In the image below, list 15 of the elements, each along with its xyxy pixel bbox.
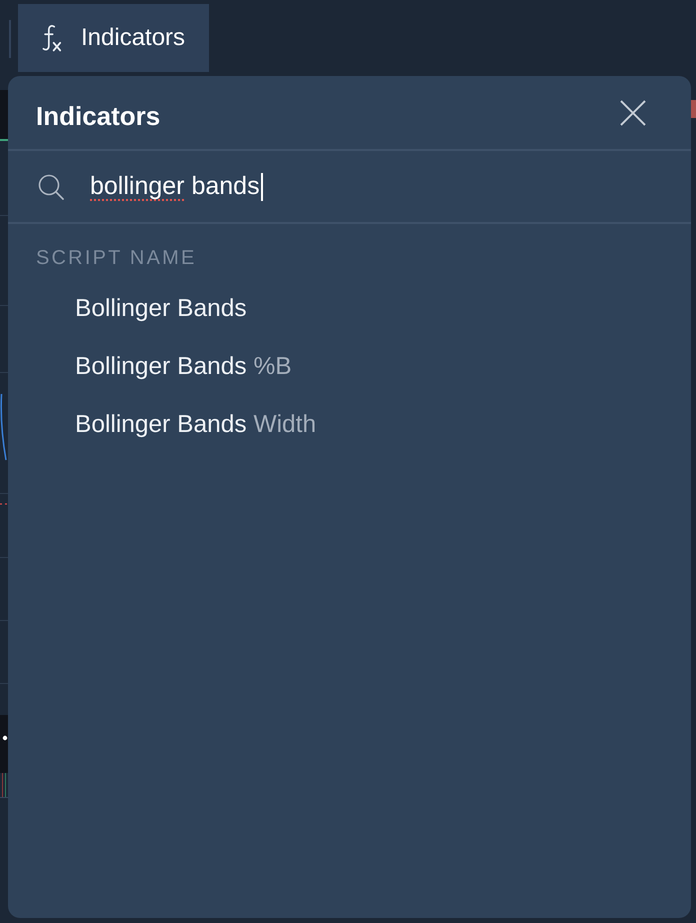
text-cursor-icon [260,172,263,200]
result-item[interactable]: Bollinger Bands Width [8,396,691,454]
close-icon [620,100,646,126]
result-item[interactable]: Bollinger Bands %B [8,338,691,396]
section-label: SCRIPT NAME [36,247,197,269]
search-field[interactable]: bollinger bands [90,166,661,206]
dialog-title: Indicators [36,101,160,132]
chart-edge-drawing [691,100,696,118]
close-button[interactable] [620,100,646,126]
search-text: bands [190,172,260,201]
search-text: bollinger [90,172,185,201]
indicators-button[interactable]: Indicators [18,4,209,72]
result-item[interactable]: Bollinger Bands [8,280,691,338]
function-icon [40,24,62,52]
search-icon [38,174,64,200]
